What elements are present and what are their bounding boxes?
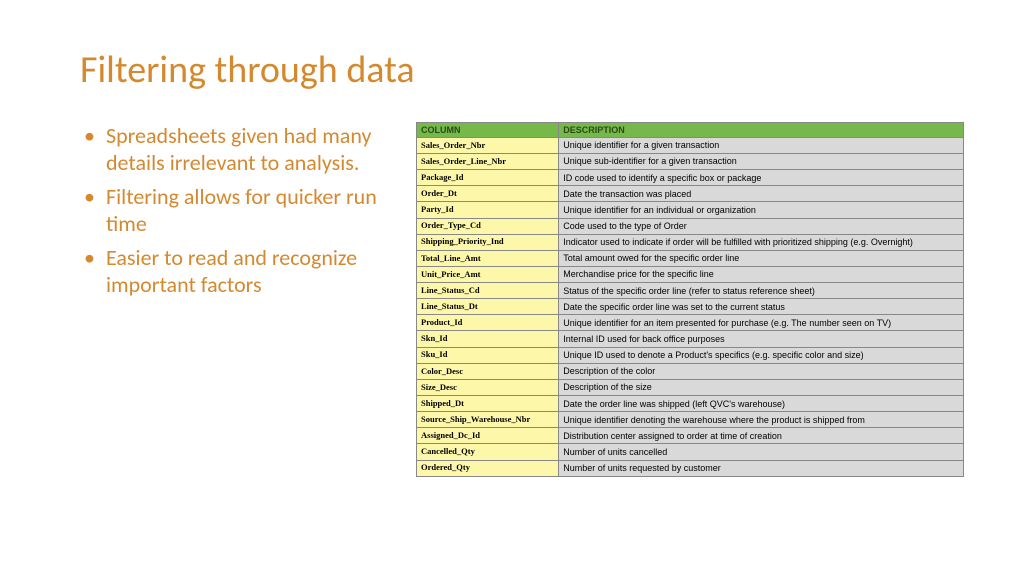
description-cell: Status of the specific order line (refer… [559,283,964,299]
table-row: Cancelled_QtyNumber of units cancelled [417,444,964,460]
column-name-cell: Line_Status_Cd [417,283,559,299]
description-cell: Description of the size [559,379,964,395]
column-name-cell: Skn_Id [417,331,559,347]
column-name-cell: Total_Line_Amt [417,250,559,266]
column-name-cell: Sku_Id [417,347,559,363]
description-cell: Code used to the type of Order [559,218,964,234]
description-cell: Internal ID used for back office purpose… [559,331,964,347]
column-name-cell: Package_Id [417,170,559,186]
table-row: Product_IdUnique identifier for an item … [417,315,964,331]
column-name-cell: Source_Ship_Warehouse_Nbr [417,412,559,428]
description-cell: Date the specific order line was set to … [559,299,964,315]
reference-table: COLUMN DESCRIPTION Sales_Order_NbrUnique… [416,122,964,477]
table-row: Line_Status_DtDate the specific order li… [417,299,964,315]
table-header-column: COLUMN [417,122,559,137]
table-row: Sku_IdUnique ID used to denote a Product… [417,347,964,363]
column-name-cell: Size_Desc [417,379,559,395]
table-row: Total_Line_AmtTotal amount owed for the … [417,250,964,266]
description-cell: Date the order line was shipped (left QV… [559,396,964,412]
table-row: Sales_Order_Line_NbrUnique sub-identifie… [417,153,964,169]
column-name-cell: Line_Status_Dt [417,299,559,315]
column-name-cell: Assigned_Dc_Id [417,428,559,444]
table-header-description: DESCRIPTION [559,122,964,137]
column-description-table: COLUMN DESCRIPTION Sales_Order_NbrUnique… [416,122,964,477]
table-row: Color_DescDescription of the color [417,363,964,379]
slide-title: Filtering through data [80,50,964,92]
column-name-cell: Ordered_Qty [417,460,559,476]
bullet-item: Spreadsheets given had many details irre… [80,122,390,177]
table-row: Sales_Order_NbrUnique identifier for a g… [417,137,964,153]
column-name-cell: Order_Dt [417,186,559,202]
slide: Filtering through data Spreadsheets give… [0,0,1024,576]
table-row: Unit_Price_AmtMerchandise price for the … [417,266,964,282]
slide-content: Spreadsheets given had many details irre… [80,122,964,477]
description-cell: Merchandise price for the specific line [559,266,964,282]
column-name-cell: Cancelled_Qty [417,444,559,460]
table-row: Shipped_DtDate the order line was shippe… [417,396,964,412]
column-name-cell: Shipped_Dt [417,396,559,412]
table-row: Shipping_Priority_IndIndicator used to i… [417,234,964,250]
description-cell: Description of the color [559,363,964,379]
description-cell: Unique identifier for a given transactio… [559,137,964,153]
table-row: Size_DescDescription of the size [417,379,964,395]
description-cell: Unique identifier denoting the warehouse… [559,412,964,428]
description-cell: Unique identifier for an individual or o… [559,202,964,218]
column-name-cell: Color_Desc [417,363,559,379]
table-row: Ordered_QtyNumber of units requested by … [417,460,964,476]
table-row: Party_IdUnique identifier for an individ… [417,202,964,218]
description-cell: Number of units requested by customer [559,460,964,476]
description-cell: Date the transaction was placed [559,186,964,202]
column-name-cell: Sales_Order_Line_Nbr [417,153,559,169]
column-name-cell: Sales_Order_Nbr [417,137,559,153]
description-cell: Unique ID used to denote a Product's spe… [559,347,964,363]
table-row: Order_Type_CdCode used to the type of Or… [417,218,964,234]
table-row: Package_IdID code used to identify a spe… [417,170,964,186]
description-cell: Unique sub-identifier for a given transa… [559,153,964,169]
column-name-cell: Party_Id [417,202,559,218]
description-cell: ID code used to identify a specific box … [559,170,964,186]
table-row: Line_Status_CdStatus of the specific ord… [417,283,964,299]
table-row: Source_Ship_Warehouse_NbrUnique identifi… [417,412,964,428]
table-row: Assigned_Dc_IdDistribution center assign… [417,428,964,444]
table-row: Skn_IdInternal ID used for back office p… [417,331,964,347]
description-cell: Indicator used to indicate if order will… [559,234,964,250]
bullet-item: Easier to read and recognize important f… [80,244,390,299]
bullet-item: Filtering allows for quicker run time [80,183,390,238]
column-name-cell: Order_Type_Cd [417,218,559,234]
description-cell: Number of units cancelled [559,444,964,460]
description-cell: Total amount owed for the specific order… [559,250,964,266]
column-name-cell: Unit_Price_Amt [417,266,559,282]
description-cell: Unique identifier for an item presented … [559,315,964,331]
column-name-cell: Product_Id [417,315,559,331]
column-name-cell: Shipping_Priority_Ind [417,234,559,250]
bullet-list: Spreadsheets given had many details irre… [80,122,390,305]
table-row: Order_DtDate the transaction was placed [417,186,964,202]
description-cell: Distribution center assigned to order at… [559,428,964,444]
